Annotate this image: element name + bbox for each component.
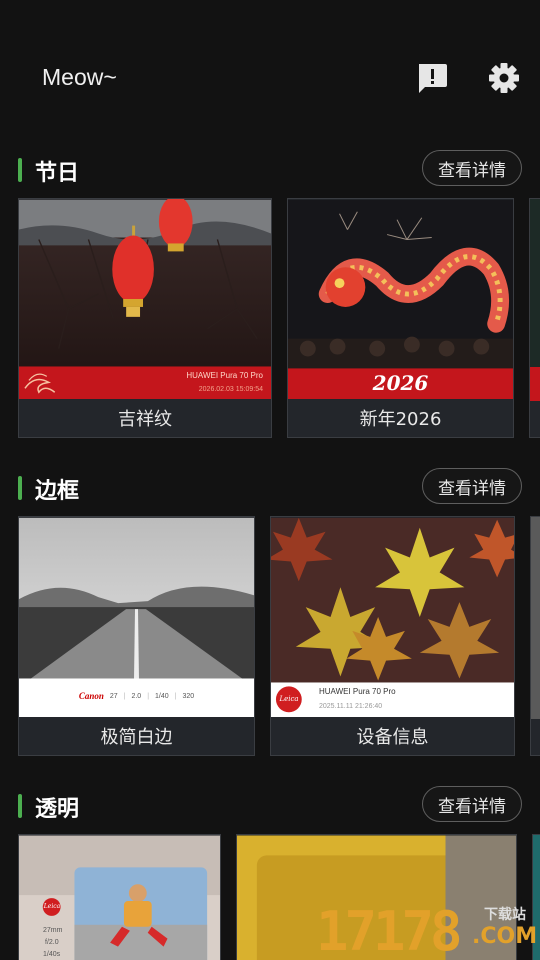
leica-logo: Leica [43, 903, 61, 910]
leica-logo: Leica [279, 695, 299, 703]
capture-date-text: 2026.02.03 15:09:54 [198, 386, 263, 393]
card-label: 设备信息 [271, 717, 514, 755]
road-photo [19, 517, 254, 719]
year-banner-text: 2026 [372, 371, 429, 395]
template-card-partial[interactable] [529, 198, 540, 438]
template-card-partial[interactable] [530, 516, 540, 756]
section-title: 透明 [35, 797, 80, 822]
top-bar: Meow~ [0, 0, 540, 140]
param-shutter: 1/40s [43, 951, 61, 958]
template-card-minimal-border[interactable]: Canon 27 | 2.0 | 1/40 | 320 极简白边 [18, 516, 255, 756]
section-festival: 节日 查看详情 HUAWEI Pura 70 Pro 2026.02.03 15… [0, 150, 540, 440]
section-header: 节日 查看详情 [0, 150, 540, 190]
view-details-button[interactable]: 查看详情 [422, 150, 522, 186]
section-frame: 边框 查看详情 Canon 27 | 2.0 | 1/40 | 320 极简白边… [0, 468, 540, 758]
param-aperture: f/2.0 [45, 939, 59, 946]
template-card-transparent[interactable]: Leica 27mm f/2.0 1/40s [18, 834, 221, 960]
param-aperture: 2.0 [131, 692, 142, 700]
card-label: 新年2026 [288, 399, 513, 437]
feedback-button[interactable] [412, 58, 452, 98]
param-shutter: 1/40 [155, 692, 169, 700]
section-accent-bar [18, 794, 22, 818]
feedback-icon [419, 64, 447, 93]
watermark-domain: .COM [472, 924, 538, 949]
watermark-number: 17178 [316, 900, 463, 960]
frame-params-row: Canon 27 | 2.0 | 1/40 | 320 [78, 691, 195, 701]
app-title: Meow~ [42, 64, 117, 90]
settings-button[interactable] [484, 58, 524, 98]
param-focal: 27mm [43, 927, 63, 934]
site-watermark: 17178 下载站 .COM [316, 898, 540, 960]
view-details-button[interactable]: 查看详情 [422, 468, 522, 504]
section-title: 节日 [35, 161, 80, 186]
section-header: 透明 查看详情 [0, 786, 540, 826]
gear-icon [489, 63, 519, 93]
param-iso: 320 [182, 692, 195, 700]
template-card-device-info[interactable]: Leica HUAWEI Pura 70 Pro 2025.11.11 21:2… [270, 516, 515, 756]
canon-logo: Canon [78, 691, 104, 701]
card-label: 吉祥纹 [19, 399, 271, 437]
section-title: 边框 [35, 479, 80, 504]
camera-model-text: HUAWEI Pura 70 Pro [319, 687, 396, 696]
watermark-text: 下载站 [484, 907, 526, 923]
section-header: 边框 查看详情 [0, 468, 540, 508]
capture-date-text: 2025.11.11 21:26:40 [319, 703, 383, 710]
template-card-auspicious[interactable]: HUAWEI Pura 70 Pro 2026.02.03 15:09:54 吉… [18, 198, 272, 438]
card-label: 极简白边 [19, 717, 254, 755]
template-card-new-year[interactable]: 2026 新年2026 [287, 198, 514, 438]
param-focal: 27 [109, 692, 118, 700]
section-accent-bar [18, 476, 22, 500]
section-transparent: 透明 查看详情 Leica 27mm f/2.0 1/40s 17178 下载站… [0, 786, 540, 960]
view-details-button[interactable]: 查看详情 [422, 786, 522, 822]
camera-model-text: HUAWEI Pura 70 Pro [186, 371, 263, 380]
section-accent-bar [18, 158, 22, 182]
